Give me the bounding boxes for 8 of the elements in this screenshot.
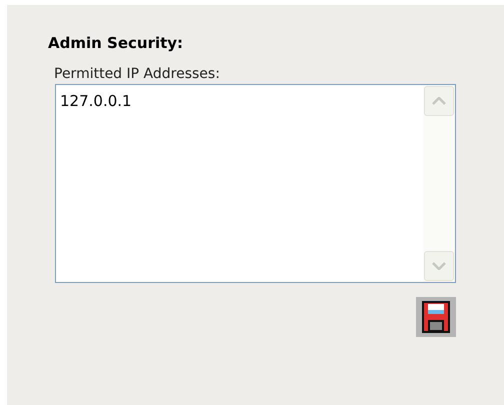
scroll-down-button[interactable] — [424, 251, 454, 281]
ip-address-entry: 127.0.0.1 — [60, 92, 132, 110]
field-label: Permitted IP Addresses: — [54, 65, 221, 83]
section-title: Admin Security: — [48, 33, 184, 53]
scroll-up-button[interactable] — [424, 86, 454, 116]
scrollbar[interactable] — [423, 85, 455, 282]
ip-address-field[interactable]: 127.0.0.1 — [55, 84, 456, 283]
save-button[interactable] — [416, 297, 456, 337]
